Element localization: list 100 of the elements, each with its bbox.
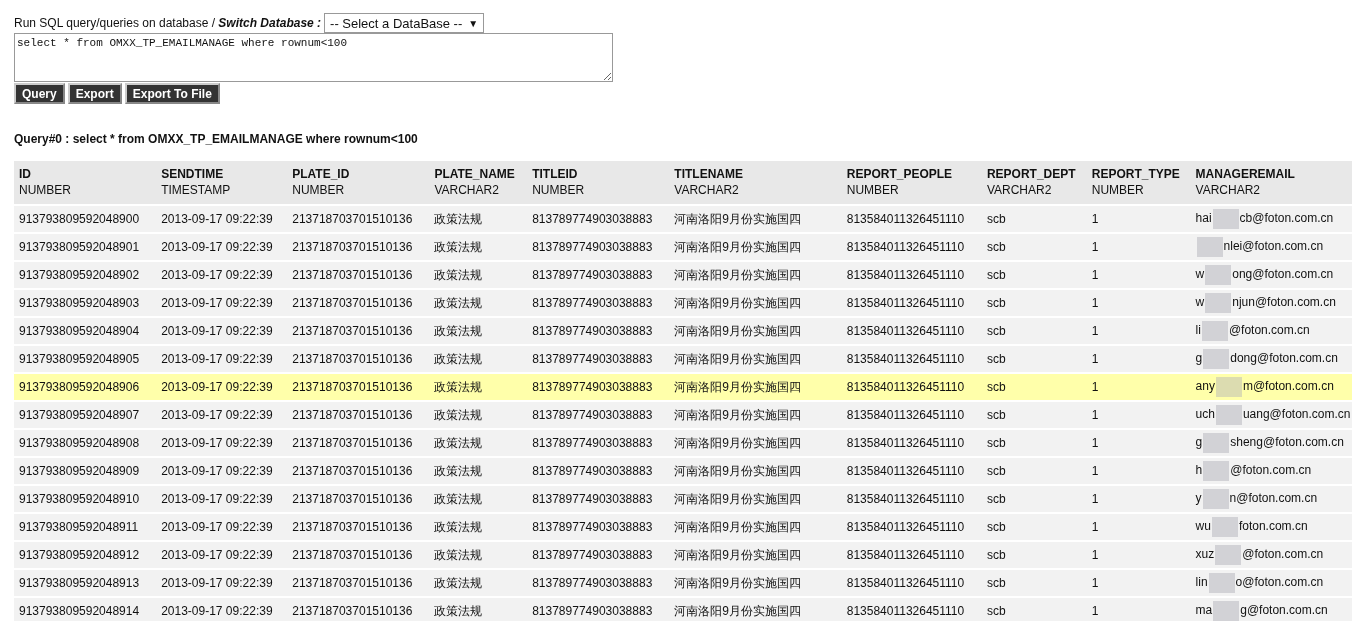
column-type: NUMBER (846, 182, 900, 198)
table-cell: 813789774903038883 (532, 492, 653, 506)
table-cell: 913793809592048907 (19, 408, 140, 422)
table-cell: 政策法规 (434, 435, 483, 450)
table-cell: 2013-09-17 09:22:39 (161, 492, 273, 506)
column-type: NUMBER (532, 182, 586, 198)
table-cell: 213718703701510136 (292, 520, 413, 534)
table-cell: 河南洛阳9月份实施国四 (674, 603, 801, 618)
query-input[interactable]: select * from OMXX_TP_EMAILMANAGE where rownum<100 (14, 33, 613, 82)
email-fragment: ma (1195, 603, 1213, 618)
redaction-mark (1203, 349, 1230, 369)
database-select[interactable]: -- Select a DataBase -- ▼ (324, 13, 485, 33)
table-cell: 913793809592048906 (19, 380, 140, 394)
table-cell: 913793809592048903 (19, 296, 140, 310)
table-cell: scb (986, 464, 1006, 478)
table-cell: 813789774903038883 (532, 380, 653, 394)
table-cell: 政策法规 (434, 547, 483, 562)
table-cell: 213718703701510136 (292, 492, 413, 506)
email-fragment: o@foton.com.cn (1235, 575, 1324, 590)
table-cell: 813789774903038883 (532, 324, 653, 338)
table-cell: 政策法规 (434, 211, 483, 226)
redaction-mark (1212, 209, 1239, 229)
email-fragment: ong@foton.com.cn (1232, 267, 1334, 282)
table-cell: 1 (1091, 576, 1099, 590)
email-fragment: cb@foton.com.cn (1239, 211, 1334, 226)
table-cell: 813584011326451110 (846, 268, 965, 282)
table-cell: 813584011326451110 (846, 352, 965, 366)
table-cell: 813584011326451110 (846, 492, 965, 506)
table-cell: scb (986, 324, 1006, 338)
email-fragment: m@foton.com.cn (1242, 379, 1334, 394)
column-header: TITLEID (532, 166, 579, 182)
column-header: REPORT_PEOPLE (846, 166, 954, 182)
prompt-label: Run SQL query/queries on database / Switch Database : (14, 16, 322, 30)
table-cell: 1 (1091, 464, 1099, 478)
table-cell: 1 (1091, 324, 1099, 338)
table-cell: 813584011326451110 (846, 240, 965, 254)
column-header: PLATE_NAME (434, 166, 516, 182)
email-fragment: xuz (1195, 547, 1215, 562)
email-fragment: nlei@foton.com.cn (1223, 239, 1324, 254)
table-cell: 213718703701510136 (292, 296, 413, 310)
table-cell: 政策法规 (434, 239, 483, 254)
table-cell: scb (986, 352, 1006, 366)
table-cell: 813789774903038883 (532, 576, 653, 590)
table-cell: scb (986, 268, 1006, 282)
table-cell: 1 (1091, 352, 1099, 366)
table-cell: 813789774903038883 (532, 520, 653, 534)
redaction-mark (1205, 293, 1232, 313)
email-fragment: g@foton.com.cn (1240, 603, 1328, 618)
table-cell: 2013-09-17 09:22:39 (161, 520, 273, 534)
email-fragment: h (1195, 463, 1203, 478)
column-header: ID (19, 166, 32, 182)
table-cell: 213718703701510136 (292, 380, 413, 394)
table-cell: 813789774903038883 (532, 548, 653, 562)
column-type: VARCHAR2 (1195, 182, 1262, 198)
table-cell: 2013-09-17 09:22:39 (161, 436, 273, 450)
table-cell: 河南洛阳9月份实施国四 (674, 211, 801, 226)
column-header: REPORT_TYPE (1091, 166, 1181, 182)
table-cell: 813584011326451110 (846, 464, 965, 478)
table-cell: 213718703701510136 (292, 352, 413, 366)
column-type: NUMBER (19, 182, 72, 198)
table-cell: 2013-09-17 09:22:39 (161, 240, 273, 254)
table-cell: scb (986, 520, 1006, 534)
table-cell: 213718703701510136 (292, 240, 413, 254)
table-cell: 政策法规 (434, 379, 483, 394)
table-cell: 813584011326451110 (846, 436, 965, 450)
table-cell: 河南洛阳9月份实施国四 (674, 407, 801, 422)
table-cell: 913793809592048909 (19, 464, 140, 478)
table-cell: 政策法规 (434, 519, 483, 534)
column-header: REPORT_DEPT (986, 166, 1077, 182)
table-cell: 河南洛阳9月份实施国四 (674, 519, 801, 534)
table-cell: 2013-09-17 09:22:39 (161, 464, 273, 478)
table-cell: 2013-09-17 09:22:39 (161, 380, 273, 394)
table-cell: 2013-09-17 09:22:39 (161, 296, 273, 310)
column-type: VARCHAR2 (674, 182, 740, 198)
email-fragment: foton.com.cn (1238, 519, 1308, 534)
table-cell: 河南洛阳9月份实施国四 (674, 323, 801, 338)
table-cell: 213718703701510136 (292, 212, 413, 226)
table-cell: 政策法规 (434, 267, 483, 282)
table-cell: 213718703701510136 (292, 436, 413, 450)
table-cell: 813789774903038883 (532, 464, 653, 478)
action-button[interactable]: Query (14, 83, 65, 104)
table-cell: 913793809592048911 (19, 520, 139, 534)
table-cell: 1 (1091, 380, 1099, 394)
table-cell: 河南洛阳9月份实施国四 (674, 267, 801, 282)
table-cell: 813584011326451110 (846, 380, 965, 394)
table-cell: 1 (1091, 520, 1099, 534)
action-button[interactable]: Export (67, 83, 122, 104)
table-cell: 913793809592048901 (19, 240, 140, 254)
column-header: PLATE_ID (292, 166, 351, 182)
table-cell: 2013-09-17 09:22:39 (161, 324, 273, 338)
table-cell: 813584011326451110 (846, 520, 965, 534)
table-cell: 213718703701510136 (292, 604, 413, 618)
action-button[interactable]: Export To File (124, 83, 220, 104)
table-cell: 1 (1091, 604, 1099, 618)
table-cell: 2013-09-17 09:22:39 (161, 212, 273, 226)
column-type: NUMBER (292, 182, 346, 198)
table-cell: 913793809592048900 (19, 212, 140, 226)
table-cell: 1 (1091, 492, 1099, 506)
redaction-mark (1213, 601, 1240, 621)
email-fragment: w (1195, 295, 1205, 310)
